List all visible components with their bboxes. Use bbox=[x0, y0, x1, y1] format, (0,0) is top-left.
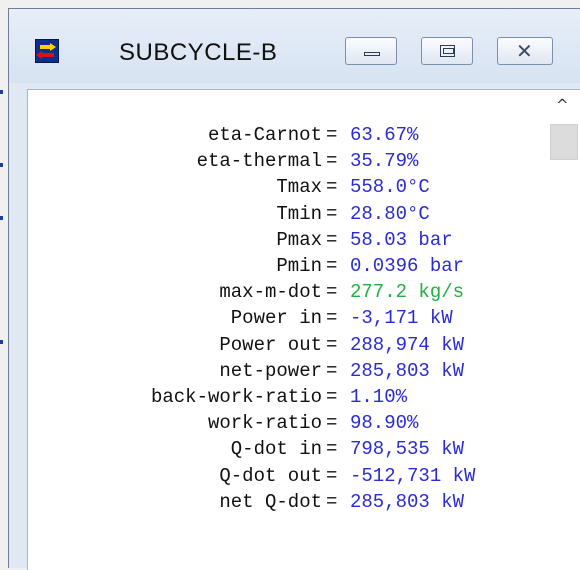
equals-sign: = bbox=[326, 202, 338, 225]
result-row: Power out = 288,974 kW bbox=[28, 332, 568, 358]
edge-marker bbox=[0, 90, 3, 94]
result-row: Pmax = 58.03 bar bbox=[28, 227, 568, 253]
close-button[interactable]: ✕ bbox=[497, 37, 553, 65]
result-label: Tmin bbox=[276, 202, 322, 225]
result-row: back-work-ratio = 1.10% bbox=[28, 384, 568, 410]
result-value: 798,535 kW bbox=[350, 438, 465, 461]
app-cycle-icon[interactable] bbox=[35, 39, 59, 63]
result-row: Tmin = 28.80°C bbox=[28, 201, 568, 227]
result-label: Pmax bbox=[276, 228, 322, 251]
edge-marker bbox=[0, 340, 3, 344]
subcycle-window: SUBCYCLE-B ✕ eta-Carnot = 63.67% eta-therma… bbox=[8, 8, 580, 570]
result-label: net-power bbox=[219, 359, 322, 382]
result-value: -3,171 kW bbox=[350, 307, 453, 330]
result-value: 558.0°C bbox=[350, 176, 430, 199]
equals-sign: = bbox=[326, 255, 338, 277]
edge-marker bbox=[0, 216, 3, 220]
result-value: 1.10% bbox=[350, 386, 408, 408]
equals-sign: = bbox=[326, 307, 338, 330]
result-value: 0.0396 bar bbox=[350, 255, 465, 277]
result-label: Pmin bbox=[276, 255, 322, 277]
result-label: back-work-ratio bbox=[150, 386, 322, 408]
result-label: work-ratio bbox=[207, 412, 322, 435]
minimize-icon bbox=[364, 52, 380, 56]
equals-sign: = bbox=[326, 150, 338, 173]
scroll-thumb[interactable] bbox=[550, 124, 578, 160]
result-row: Tmax = 558.0°C bbox=[28, 174, 568, 200]
result-row: Q-dot out = -512,731 kW bbox=[28, 463, 568, 489]
edge-marker bbox=[0, 163, 3, 167]
result-row: max-m-dot = 277.2 kg/s bbox=[28, 279, 568, 305]
equals-sign: = bbox=[326, 359, 338, 382]
result-label: eta-thermal bbox=[196, 150, 322, 173]
result-label: Tmax bbox=[276, 176, 322, 199]
equals-sign: = bbox=[326, 490, 338, 513]
result-row: Power in = -3,171 kW bbox=[28, 305, 568, 331]
results-panel: eta-Carnot = 63.67% eta-thermal = 35.79% Tmax =… bbox=[27, 89, 580, 570]
equals-sign: = bbox=[326, 176, 338, 199]
equals-sign: = bbox=[326, 281, 338, 304]
result-value: 288,974 kW bbox=[350, 333, 465, 356]
vertical-scrollbar[interactable]: ^ bbox=[546, 90, 580, 570]
scroll-up-arrow-icon[interactable]: ^ bbox=[556, 96, 569, 114]
equals-sign: = bbox=[326, 386, 338, 408]
equals-sign: = bbox=[326, 464, 338, 487]
result-row: work-ratio = 98.90% bbox=[28, 410, 568, 436]
equals-sign: = bbox=[326, 412, 338, 435]
close-icon: ✕ bbox=[516, 39, 533, 63]
window-title: SUBCYCLE-B bbox=[119, 39, 278, 66]
result-row: Pmin = 0.0396 bar bbox=[28, 253, 568, 279]
result-value: 35.79% bbox=[350, 150, 419, 173]
result-row: eta-thermal = 35.79% bbox=[28, 148, 568, 174]
result-value: 285,803 kW bbox=[350, 359, 465, 382]
equals-sign: = bbox=[326, 124, 338, 146]
result-label: Q-dot out bbox=[219, 464, 322, 487]
equals-sign: = bbox=[326, 228, 338, 251]
result-value: -512,731 kW bbox=[350, 464, 476, 487]
result-row: net Q-dot = 285,803 kW bbox=[28, 489, 568, 515]
result-value: 58.03 bar bbox=[350, 228, 453, 251]
result-row: eta-Carnot = 63.67% bbox=[28, 122, 568, 148]
equals-sign: = bbox=[326, 333, 338, 356]
maximize-icon bbox=[440, 45, 455, 57]
result-value: 98.90% bbox=[350, 412, 419, 435]
result-value: 28.80°C bbox=[350, 202, 430, 225]
result-row: Q-dot in = 798,535 kW bbox=[28, 436, 568, 462]
result-label: max-m-dot bbox=[219, 281, 322, 304]
result-value: 63.67% bbox=[350, 124, 419, 146]
result-label: Power out bbox=[219, 333, 322, 356]
maximize-button[interactable] bbox=[421, 37, 473, 65]
result-label: Power in bbox=[230, 307, 322, 330]
result-label: net Q-dot bbox=[219, 490, 322, 513]
result-label: Q-dot in bbox=[230, 438, 322, 461]
result-value: 285,803 kW bbox=[350, 490, 465, 513]
title-bar[interactable]: SUBCYCLE-B ✕ bbox=[9, 9, 580, 83]
equals-sign: = bbox=[326, 438, 338, 461]
result-row: net-power = 285,803 kW bbox=[28, 358, 568, 384]
result-label: eta-Carnot bbox=[207, 124, 322, 146]
minimize-button[interactable] bbox=[345, 37, 397, 65]
result-value: 277.2 kg/s bbox=[350, 281, 465, 304]
